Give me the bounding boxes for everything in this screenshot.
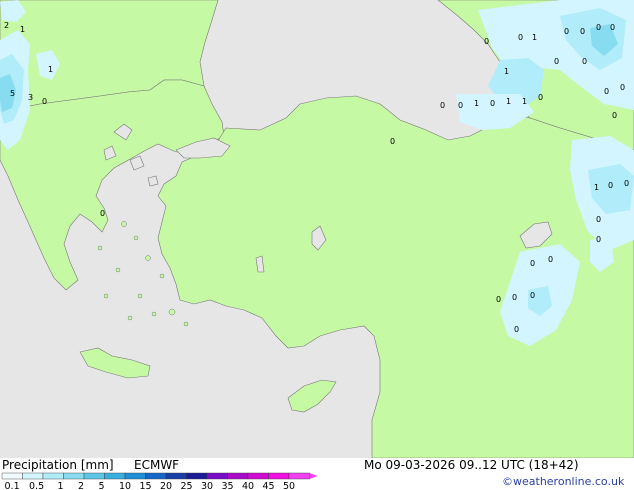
colorbar-swatch	[206, 472, 228, 480]
map-label: 0	[596, 235, 601, 244]
map-label: 0	[440, 101, 445, 110]
map-label: 0	[490, 99, 495, 108]
map-label: 0	[514, 325, 519, 334]
map-label: 0	[100, 209, 105, 218]
colorbar-swatch	[42, 472, 64, 480]
colorbar-swatch	[186, 472, 208, 480]
colorbar-tick-label: 30	[201, 481, 213, 490]
map-label: 2	[4, 21, 9, 30]
map-label: 0	[580, 27, 585, 36]
map-label: 0	[608, 181, 613, 190]
colorbar-tick-label: 2	[78, 481, 84, 490]
colorbar-swatch	[145, 472, 167, 480]
map-label: 0	[596, 23, 601, 32]
colorbar-tick-label: 1	[58, 481, 64, 490]
map-label: 0	[624, 179, 629, 188]
map-label: 3	[28, 93, 33, 102]
colorbar-swatch	[165, 472, 187, 480]
map-label: 0	[458, 101, 463, 110]
footer: Precipitation [mm] ECMWF Mo 09-03-2026 0…	[0, 458, 634, 490]
map-label: 0	[484, 37, 489, 46]
colorbar-swatches	[1, 472, 318, 480]
colorbar-tick-label: 25	[181, 481, 193, 490]
map-label: 1	[506, 97, 511, 106]
map-label: 1	[20, 25, 25, 34]
map-label: 0	[610, 23, 615, 32]
colorbar-tick-label: 15	[140, 481, 152, 490]
map-label: 5	[10, 89, 15, 98]
map-label: 0	[42, 97, 47, 106]
colorbar-tick-label: 10	[119, 481, 131, 490]
colorbar-tick-label: 35	[222, 481, 234, 490]
colorbar-swatch	[1, 472, 23, 480]
map-label: 0	[512, 293, 517, 302]
map-label: 0	[538, 93, 543, 102]
map-label: 0	[496, 295, 501, 304]
map-label: 0	[564, 27, 569, 36]
map-label: 0	[390, 137, 395, 146]
colorbar-tick-label: 50	[283, 481, 295, 490]
map-label: 0	[612, 111, 617, 120]
precipitation-map: 2 1 1 5 3 0 0 0 1 0 0 0 0 0 0 1 0 0 0 0 …	[0, 0, 634, 458]
map-label: 1	[48, 65, 53, 74]
colorbar-swatch	[83, 472, 105, 480]
map-label: 0	[582, 57, 587, 66]
colorbar-tick-label: 20	[160, 481, 172, 490]
credit-link[interactable]: ©weatheronline.co.uk	[502, 475, 624, 489]
colorbar-arrow	[309, 473, 318, 479]
colorbar-tick-label: 5	[99, 481, 105, 490]
colorbar-tick-label: 40	[242, 481, 254, 490]
map-label: 1	[474, 99, 479, 108]
map-label: 0	[518, 33, 523, 42]
map-label: 0	[530, 259, 535, 268]
colorbar-swatch	[104, 472, 126, 480]
map-label: 0	[548, 255, 553, 264]
map-label: 1	[532, 33, 537, 42]
map-label: 0	[530, 291, 535, 300]
map-label: 1	[522, 97, 527, 106]
colorbar-swatch	[268, 472, 290, 480]
colorbar-tick-label: 45	[263, 481, 275, 490]
map-label: 0	[554, 57, 559, 66]
colorbar-swatch	[247, 472, 269, 480]
map-label: 0	[604, 87, 609, 96]
colorbar-swatch	[227, 472, 249, 480]
colorbar-swatch	[63, 472, 85, 480]
map-label: 0	[596, 215, 601, 224]
colorbar-tick-label: 0.5	[29, 481, 44, 490]
colorbar-tick-label: 0.1	[5, 481, 20, 490]
map-label: 1	[504, 67, 509, 76]
colorbar-swatch	[124, 472, 146, 480]
colorbar-swatch	[288, 472, 310, 480]
map-label: 0	[620, 83, 625, 92]
colorbar-swatch	[22, 472, 44, 480]
colorbar-ticks: 0.1 0.5 1 2 5 10 15 20 25 30 35 40 45 50	[5, 481, 296, 490]
map-label: 1	[594, 183, 599, 192]
